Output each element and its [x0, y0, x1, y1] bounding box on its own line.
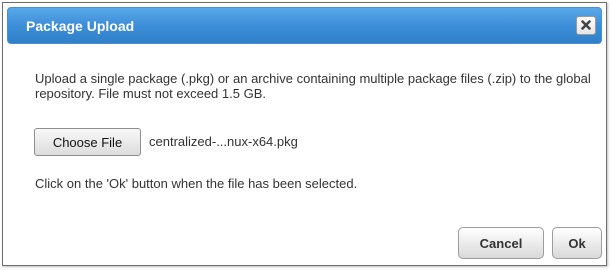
dialog-title: Package Upload	[26, 18, 135, 34]
upload-description: Upload a single package (.pkg) or an arc…	[35, 71, 591, 101]
dialog-titlebar: Package Upload	[7, 7, 602, 44]
selected-file-name: centralized-...nux-x64.pkg	[149, 134, 298, 149]
choose-file-button[interactable]: Choose File	[34, 128, 141, 156]
package-upload-dialog: Package Upload Upload a single package (…	[2, 2, 607, 266]
instruction-text: Click on the 'Ok' button when the file h…	[35, 176, 358, 191]
cancel-button[interactable]: Cancel	[458, 227, 544, 259]
ok-button[interactable]: Ok	[552, 227, 602, 259]
close-icon	[581, 20, 591, 30]
close-button[interactable]	[576, 16, 596, 35]
